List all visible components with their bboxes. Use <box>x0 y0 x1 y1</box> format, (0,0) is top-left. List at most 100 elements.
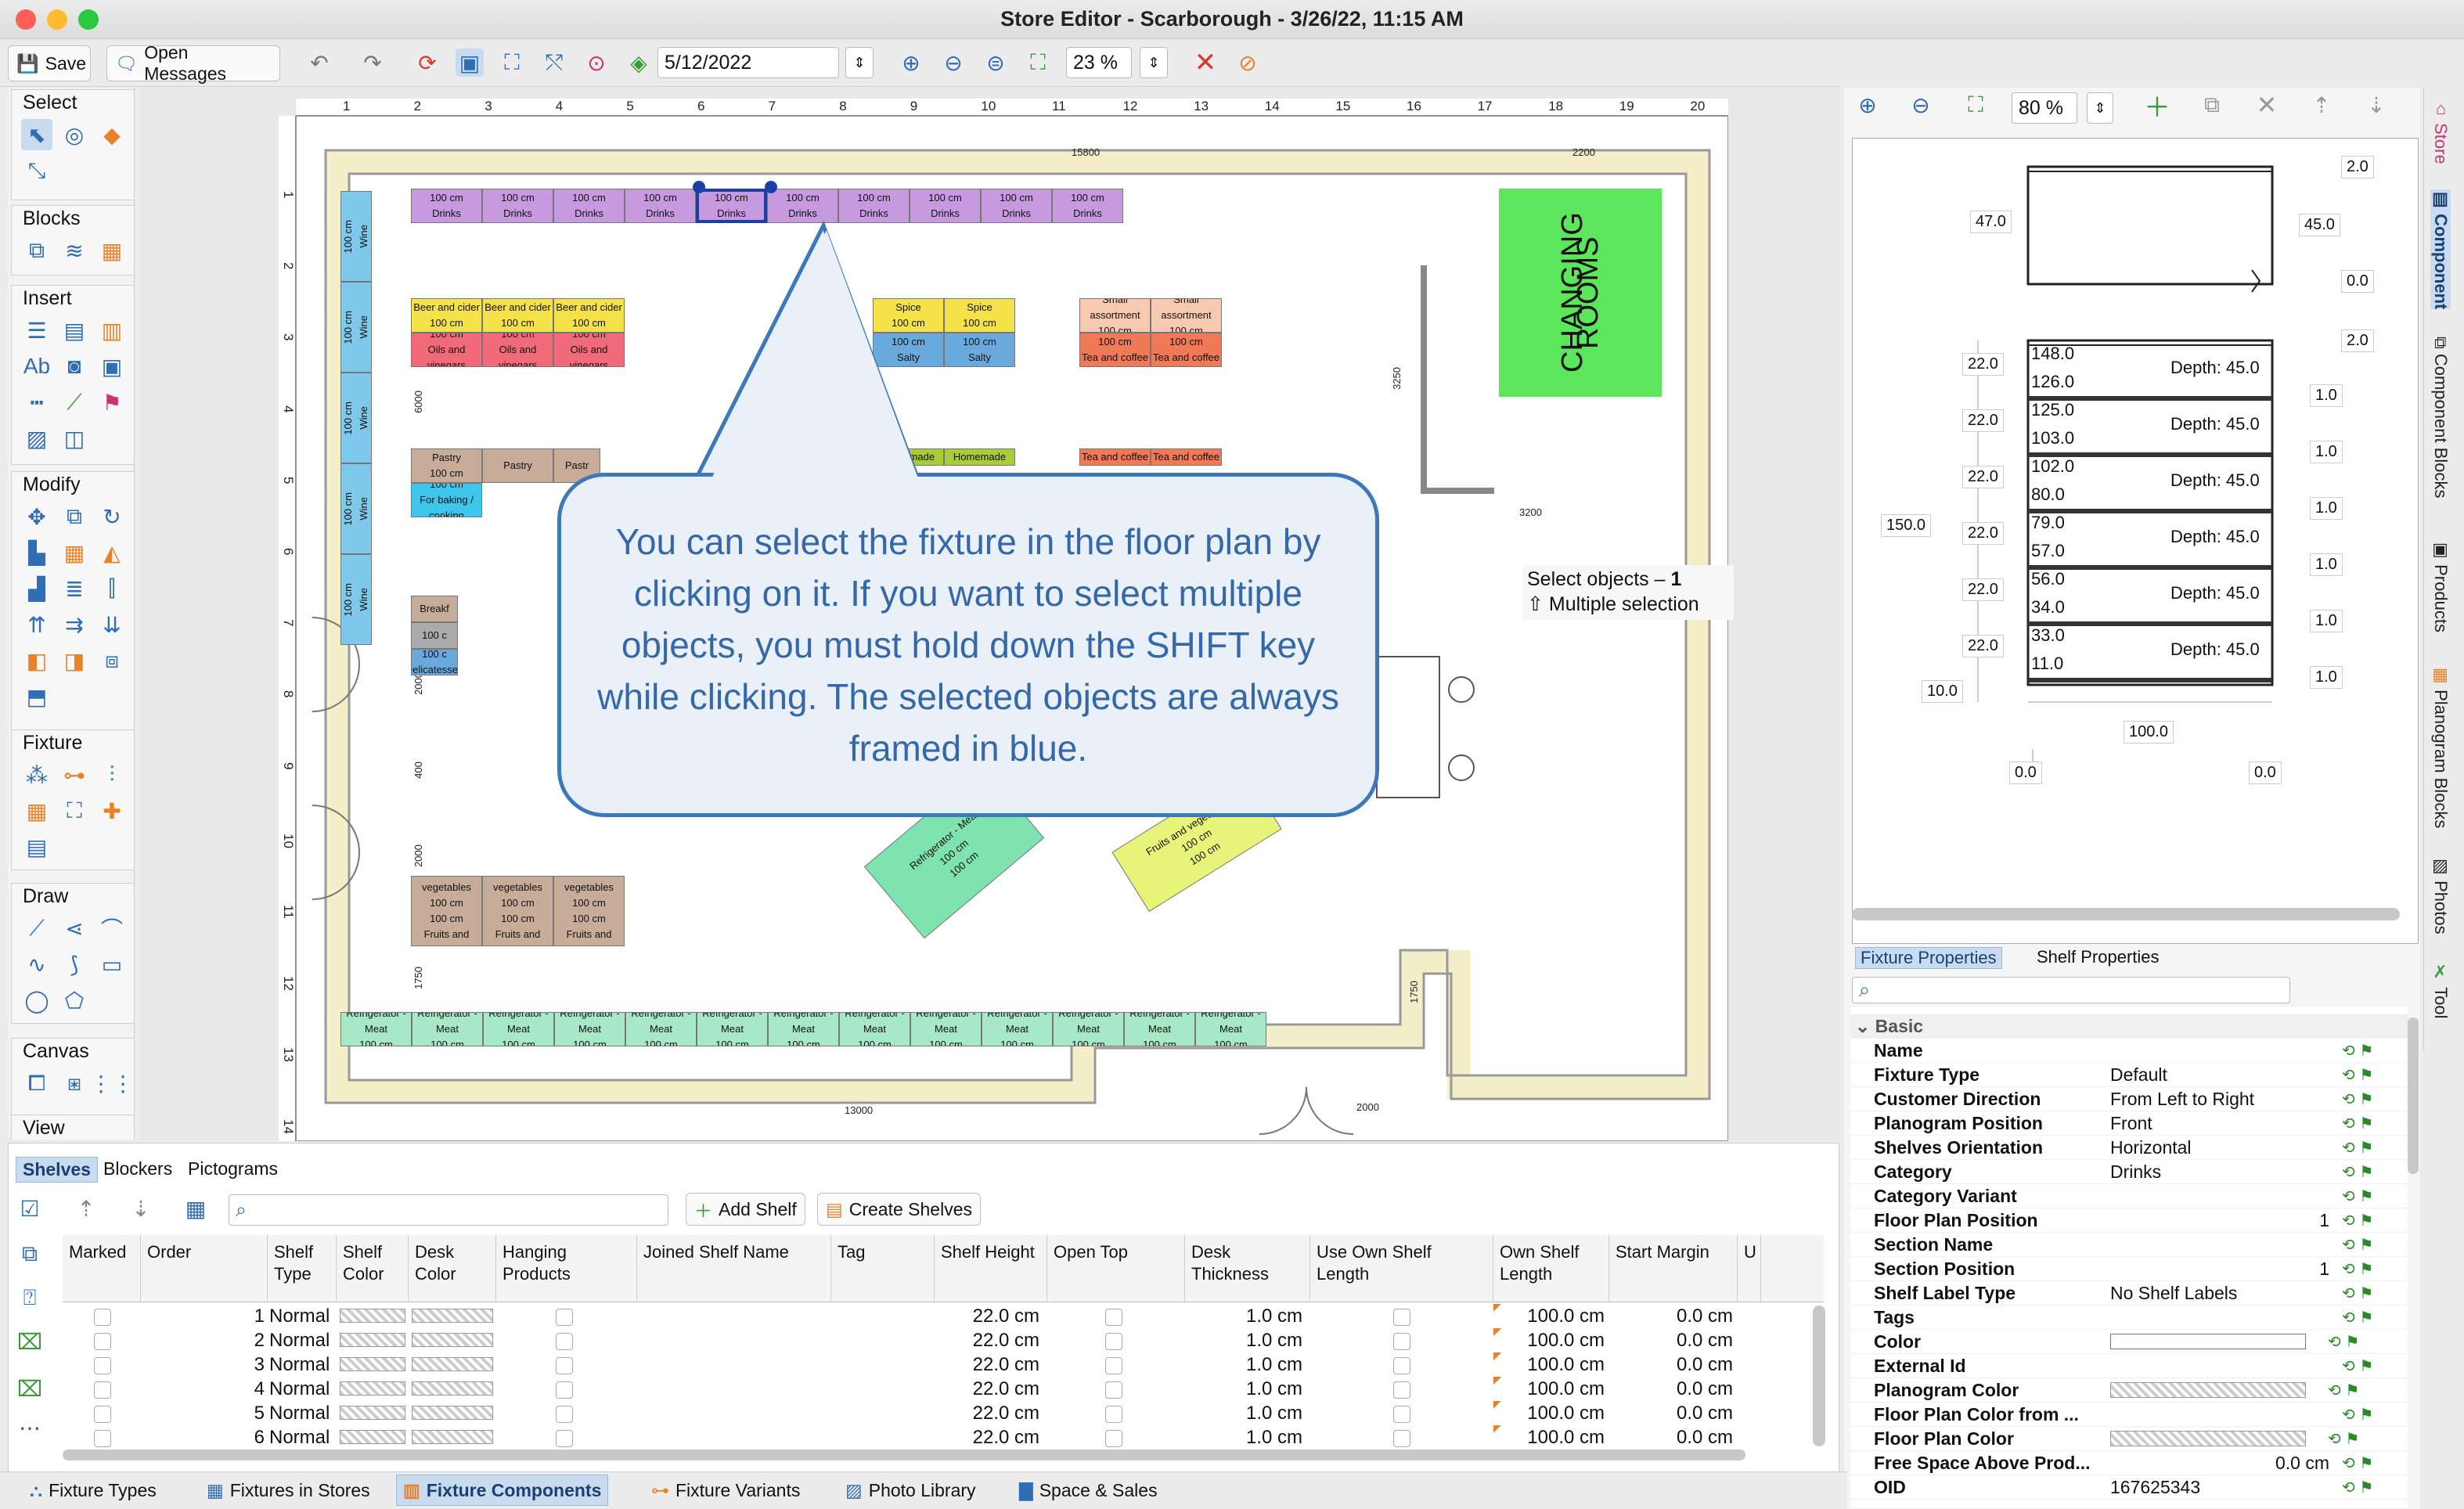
fixture[interactable]: Fruits and vegetables 100 cm 100 cm Fruits … <box>411 876 482 946</box>
mirror-icon[interactable]: ◭ <box>96 537 128 568</box>
freehand-icon[interactable]: ⟆ <box>59 949 90 980</box>
svg-insert-icon[interactable]: ◫ <box>59 423 90 454</box>
property-reset-icon[interactable]: ⟲ ⚑ <box>2329 1211 2392 1230</box>
grid-column-header[interactable]: Shelf Type <box>268 1235 337 1302</box>
desk-color-swatch[interactable] <box>412 1430 493 1444</box>
property-row[interactable]: Category Variant ⟲ ⚑ <box>1850 1184 2408 1208</box>
property-group[interactable]: ⌄ Basic <box>1850 1014 2408 1039</box>
add-component-icon[interactable]: ＋ <box>2143 91 2171 123</box>
hanging-checkbox[interactable] <box>556 1430 573 1447</box>
own-length-checkbox[interactable] <box>1393 1406 1410 1423</box>
grid-column-header[interactable]: Joined Shelf Name <box>637 1235 831 1302</box>
own-length-checkbox[interactable] <box>1393 1357 1410 1374</box>
fixture[interactable]: 100 cm Wine <box>340 463 372 554</box>
fixture[interactable]: Refrigerator - Meat 100 cm <box>554 1012 625 1046</box>
open-messages-button[interactable]: 🗨 Open Messages <box>106 42 280 84</box>
shelf-color-swatch[interactable] <box>340 1333 405 1347</box>
measure-icon[interactable]: ⟋ <box>59 387 90 418</box>
more-icon[interactable]: ⋯ <box>16 1414 44 1442</box>
side-tab-products[interactable]: ▣ Products <box>2430 540 2451 632</box>
diagram-zoom-in-icon[interactable]: ⊕ <box>1853 91 1882 119</box>
send-back-icon[interactable]: ◨ <box>59 645 90 676</box>
shelf-insert-icon[interactable]: ☰ <box>21 315 52 346</box>
push-up-icon[interactable]: ⇈ <box>21 609 52 640</box>
dotted-line-icon[interactable]: ┅ <box>21 387 52 418</box>
side-tab-store[interactable]: ⌂ Store <box>2430 99 2451 164</box>
shelf-search-input[interactable]: ⌕ <box>229 1194 668 1226</box>
property-reset-icon[interactable]: ⟲ ⚑ <box>2329 1259 2392 1279</box>
fixture-add-icon[interactable]: ✚ <box>96 795 128 827</box>
fixture[interactable]: 100 cm Wine <box>340 373 372 463</box>
property-reset-icon[interactable]: ⟲ ⚑ <box>2329 1405 2392 1424</box>
line-icon[interactable]: ⟋ <box>21 913 52 944</box>
tab-shelf-properties[interactable]: Shelf Properties <box>2032 947 2164 969</box>
align-left-icon[interactable]: ▙ <box>21 537 52 568</box>
copy-icon[interactable]: ⧉ <box>59 501 90 532</box>
table-row[interactable]: 2 Normal 22.0 cm 1.0 cm 100.0 cm 0.0 cm <box>63 1328 1824 1352</box>
fixture[interactable]: 100 cm Tea and coffee <box>1079 333 1151 367</box>
grid-column-header[interactable]: Marked <box>63 1235 141 1302</box>
grid-column-header[interactable]: Use Own Shelf Length <box>1310 1235 1493 1302</box>
arc-icon[interactable]: ⌒ <box>96 913 128 944</box>
shelf-color-swatch[interactable] <box>340 1381 405 1396</box>
rectangle-icon[interactable]: ▭ <box>96 949 128 980</box>
desk-color-swatch[interactable] <box>412 1309 493 1323</box>
open-top-checkbox[interactable] <box>1105 1430 1122 1447</box>
arrange-icon[interactable]: ▦ <box>59 537 90 568</box>
table-row[interactable]: 1 Normal 22.0 cm 1.0 cm 100.0 cm 0.0 cm <box>63 1304 1824 1328</box>
fixture[interactable]: 100 cm Drinks <box>838 189 910 223</box>
zoom-stepper[interactable]: ⇕ <box>1140 47 1168 78</box>
desk-color-swatch[interactable] <box>412 1381 493 1396</box>
table-row[interactable]: 4 Normal 22.0 cm 1.0 cm 100.0 cm 0.0 cm <box>63 1377 1824 1401</box>
lasso-icon[interactable]: ⤡ <box>21 155 52 186</box>
block-icon[interactable]: ⧉ <box>21 235 52 266</box>
own-length-checkbox[interactable] <box>1393 1309 1410 1326</box>
side-tab-component-blocks[interactable]: ⧉ Component Blocks <box>2430 337 2451 499</box>
desk-color-swatch[interactable] <box>412 1333 493 1347</box>
fixture[interactable]: Pastry 100 cm <box>411 448 482 483</box>
property-row[interactable]: OID 167625343 ⟲ ⚑ <box>1850 1475 2408 1500</box>
shelf-color-swatch[interactable] <box>340 1430 405 1444</box>
fixture[interactable]: 100 cm Wine <box>340 191 372 282</box>
redo-icon[interactable]: ↷ <box>358 49 387 77</box>
fixture[interactable]: 100 cm Drinks <box>696 189 767 223</box>
grid-h-scrollbar[interactable] <box>63 1450 1745 1460</box>
property-reset-icon[interactable]: ⟲ ⚑ <box>2329 1138 2392 1158</box>
canvas-size-icon[interactable]: ⧠ <box>21 1068 52 1099</box>
zoom-field[interactable]: 23 % <box>1066 47 1132 78</box>
shelf-color-swatch[interactable] <box>340 1309 405 1323</box>
stack-icon[interactable]: ≋ <box>59 235 90 266</box>
hanging-checkbox[interactable] <box>556 1381 573 1399</box>
fixture[interactable]: Tea and coffee <box>1151 448 1222 466</box>
fixture[interactable]: Refrigerator - Meat 100 cm <box>340 1012 412 1046</box>
fixture[interactable]: Beer and cider 100 cm <box>482 298 553 333</box>
excel-export-icon[interactable]: ⌧ <box>16 1327 44 1356</box>
property-reset-icon[interactable]: ⟲ ⚑ <box>2329 1114 2392 1133</box>
fixture[interactable]: 100 cm Oils and vinegars <box>553 333 625 367</box>
marked-checkbox[interactable] <box>94 1309 111 1326</box>
target-icon[interactable]: ◎ <box>59 119 90 150</box>
bring-front-icon[interactable]: ◧ <box>21 645 52 676</box>
property-row[interactable]: Floor Plan Color from ... ⟲ ⚑ <box>1850 1403 2408 1427</box>
module-fixtures-in-stores[interactable]: ▦ Fixtures in Stores <box>200 1475 376 1506</box>
fixture[interactable]: 100 cm For baking / cooking <box>411 483 482 517</box>
property-row[interactable]: Tags ⟲ ⚑ <box>1850 1306 2408 1330</box>
camera-icon[interactable]: ◙ <box>59 351 90 382</box>
fixture[interactable]: Refrigerator - Meat 100 cm <box>412 1012 483 1046</box>
block-group-icon[interactable]: ▦ <box>96 235 128 266</box>
property-search-input[interactable]: ⌕ <box>1852 977 2290 1003</box>
marked-checkbox[interactable] <box>94 1333 111 1350</box>
property-reset-icon[interactable]: ⟲ ⚑ <box>2329 1284 2392 1303</box>
property-reset-icon[interactable]: ⟲ ⚑ <box>2315 1332 2378 1352</box>
pointer-icon[interactable]: ⬉ <box>21 119 52 150</box>
diagram-zoom-out-icon[interactable]: ⊖ <box>1907 91 1935 119</box>
tab-shelves[interactable]: Shelves <box>16 1157 98 1183</box>
marked-checkbox[interactable] <box>94 1430 111 1447</box>
table-row[interactable]: 3 Normal 22.0 cm 1.0 cm 100.0 cm 0.0 cm <box>63 1352 1824 1377</box>
move-icon[interactable]: ✥ <box>21 501 52 532</box>
canvas-edit-icon[interactable]: ⧆ <box>59 1068 90 1099</box>
connect-icon[interactable]: ⤲ <box>540 49 568 77</box>
duplicate-icon[interactable]: ⧉ <box>2198 91 2226 119</box>
property-row[interactable]: Name ⟲ ⚑ <box>1850 1039 2408 1063</box>
grid-column-header[interactable]: Shelf Height <box>935 1235 1047 1302</box>
